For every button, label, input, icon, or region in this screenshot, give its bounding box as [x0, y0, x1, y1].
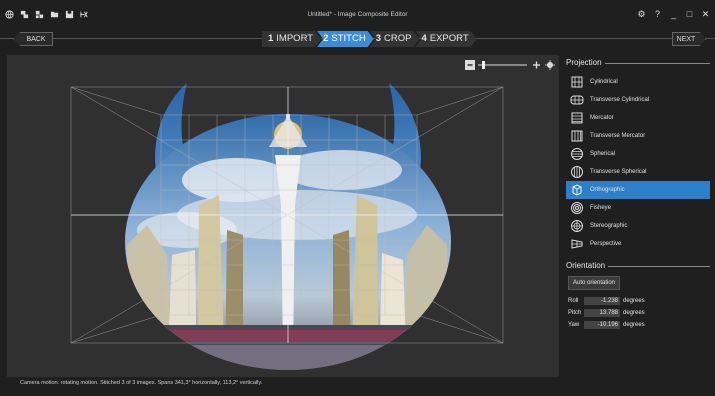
projection-item-cylindrical[interactable]: Cylindrical [566, 73, 710, 91]
help-icon[interactable]: ? [653, 9, 662, 19]
projection-label: Stereographic [590, 223, 628, 229]
next-button[interactable]: NEXT [672, 32, 706, 46]
stereographic-icon [570, 219, 584, 233]
spherical-icon [570, 147, 584, 161]
projection-item-transverse-spherical[interactable]: Transverse Spherical [566, 163, 710, 181]
perspective-icon [570, 237, 584, 251]
auto-orientation-button[interactable]: Auto orientation [568, 276, 621, 290]
panorama-preview[interactable] [7, 55, 559, 377]
step-label: CROP [383, 33, 412, 44]
status-bar: Camera motion: rotating motion. Stitched… [20, 380, 263, 386]
orientation-section: Orientation Auto orientation Roll -1.238… [566, 259, 710, 329]
window-title: Untitled* - Image Composite Editor [307, 11, 408, 18]
tab-import[interactable]: 1 IMPORT [262, 31, 321, 47]
step-number: 4 [421, 33, 427, 44]
roll-row: Roll -1.238 degrees [566, 296, 710, 305]
preview-canvas[interactable] [7, 55, 559, 377]
zoom-in-icon[interactable] [531, 60, 541, 70]
mercator-icon [570, 111, 584, 125]
projection-list: Cylindrical Transverse Cylindrical Mercato… [566, 73, 710, 253]
transverse-spherical-icon [570, 165, 584, 179]
zoom-thumb[interactable] [482, 61, 485, 69]
projection-title: Projection [566, 57, 602, 67]
yaw-label: Yaw [568, 321, 580, 328]
zoom-control [465, 58, 557, 70]
projection-label: Cylindrical [590, 79, 618, 85]
back-button[interactable]: BACK [13, 32, 53, 46]
section-rule [608, 266, 710, 267]
fisheye-icon [570, 201, 584, 215]
projection-label: Transverse Cylindrical [590, 97, 650, 103]
settings-icon[interactable]: ⚙ [637, 9, 646, 19]
step-label: STITCH [331, 33, 366, 44]
orientation-section-header: Orientation [566, 259, 710, 271]
projection-item-fisheye[interactable]: Fisheye [566, 199, 710, 217]
projection-item-transverse-mercator[interactable]: Transverse Mercator [566, 127, 710, 145]
step-tabs: 1 IMPORT 2 STITCH 3 CROP 4 EXPORT [262, 31, 473, 47]
pitch-label: Pitch [568, 309, 582, 316]
cylindrical-icon [570, 75, 584, 89]
step-number: 3 [375, 33, 381, 44]
section-rule [604, 63, 710, 64]
projection-label: Orthographic [590, 187, 625, 193]
transverse-mercator-icon [570, 129, 584, 143]
projection-item-spherical[interactable]: Spherical [566, 145, 710, 163]
projection-item-stereographic[interactable]: Stereographic [566, 217, 710, 235]
settings-panel: Projection Cylindrical Transverse Cylindr… [566, 56, 710, 329]
pitch-unit: degrees [623, 309, 645, 316]
yaw-input[interactable]: -10.196 [584, 320, 620, 329]
center-view-icon[interactable] [545, 60, 555, 70]
window-controls: ⚙ ? _ □ ✕ [637, 9, 710, 19]
projection-label: Perspective [590, 241, 622, 247]
step-number: 2 [323, 33, 329, 44]
pitch-row: Pitch 13.788 degrees [566, 308, 710, 317]
minimize-icon[interactable]: _ [669, 9, 678, 19]
projection-label: Fisheye [590, 205, 612, 211]
wizard-nav: BACK 1 IMPORT 2 STITCH 3 CROP 4 EXPORT NEXT [0, 30, 715, 48]
tab-stitch[interactable]: 2 STITCH [317, 31, 374, 47]
projection-label: Mercator [590, 115, 614, 121]
pitch-input[interactable]: 13.788 [584, 308, 620, 317]
title-bar: Untitled* - Image Composite Editor ⚙ ? _… [0, 0, 715, 30]
step-number: 1 [268, 33, 274, 44]
projection-item-mercator[interactable]: Mercator [566, 109, 710, 127]
tab-crop[interactable]: 3 CROP [370, 31, 420, 47]
step-label: EXPORT [429, 33, 469, 44]
close-icon[interactable]: ✕ [701, 9, 710, 19]
tab-export[interactable]: 4 EXPORT [415, 31, 476, 47]
maximize-icon[interactable]: □ [685, 9, 694, 19]
projection-label: Transverse Spherical [590, 169, 647, 175]
yaw-row: Yaw -10.196 degrees [566, 320, 710, 329]
projection-section-header: Projection [566, 56, 710, 68]
orientation-title: Orientation [566, 260, 606, 270]
transverse-cylindrical-icon [570, 93, 584, 107]
roll-unit: degrees [623, 297, 645, 304]
projection-item-transverse-cylindrical[interactable]: Transverse Cylindrical [566, 91, 710, 109]
step-label: IMPORT [276, 33, 314, 44]
roll-label: Roll [568, 297, 579, 304]
projection-label: Transverse Mercator [590, 133, 646, 139]
projection-item-orthographic[interactable]: Orthographic [566, 181, 710, 199]
roll-input[interactable]: -1.238 [584, 296, 620, 305]
projection-label: Spherical [590, 151, 616, 157]
yaw-unit: degrees [623, 321, 645, 328]
projection-item-perspective[interactable]: Perspective [566, 235, 710, 253]
zoom-out-icon[interactable] [465, 60, 475, 70]
orthographic-icon [570, 183, 584, 197]
